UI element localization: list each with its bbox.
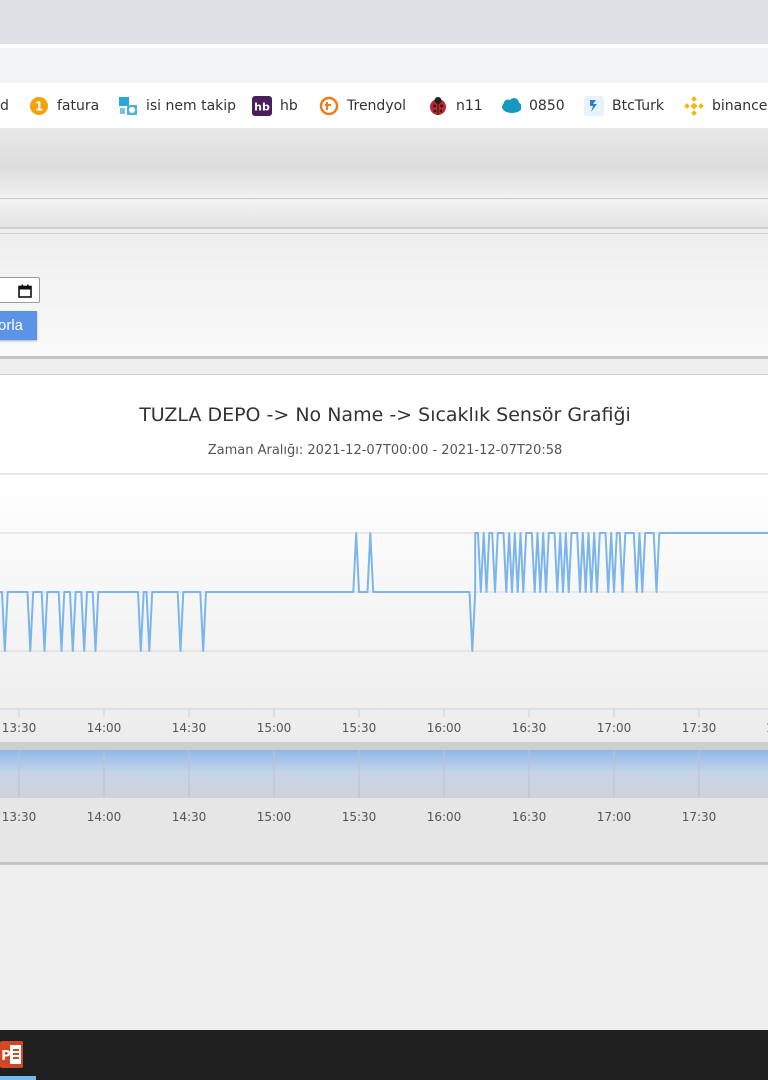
- bookmark-label: n11: [456, 97, 483, 114]
- trendyol-logo-icon: [319, 96, 339, 116]
- navigator-tick-label: 15:30: [342, 810, 377, 824]
- bookmark-label: isi nem takip: [146, 97, 237, 114]
- bookmark-fatura[interactable]: 1 fatura: [29, 83, 99, 128]
- page-header-band: [0, 128, 768, 199]
- calendar-icon[interactable]: [18, 283, 32, 302]
- bookmark-label: 0850: [529, 97, 565, 114]
- sensor-app-icon: [118, 96, 138, 116]
- bookmark-btcturk[interactable]: BtcTurk: [584, 83, 664, 128]
- navigator-window[interactable]: [0, 750, 768, 798]
- salesforce-cloud-icon: [501, 96, 521, 116]
- filter-panel: orla: [0, 233, 768, 359]
- navigator-tick-label: 14:30: [172, 810, 207, 824]
- x-tick-label: 17:00: [597, 721, 632, 735]
- navigator-scrollbar[interactable]: [0, 742, 768, 750]
- navigator-tick-label: 17:30: [682, 810, 717, 824]
- bookmark-label: BtcTurk: [612, 97, 664, 114]
- svg-text:P: P: [1, 1049, 11, 1064]
- bookmark-binance[interactable]: binance: [684, 83, 767, 128]
- report-button-label: orla: [0, 317, 23, 334]
- navigator-tick-label: 13:30: [2, 810, 37, 824]
- x-tick-label: 14:30: [172, 721, 207, 735]
- temperature-chart: 13:30 14:00 14:30 15:00 15:30 16:00 16:30 17:00…: [0, 375, 768, 862]
- svg-text:1: 1: [35, 99, 43, 113]
- x-tick-label: 16:00: [427, 721, 462, 735]
- x-tick-label: 16:30: [512, 721, 547, 735]
- navigator-tick-label: 15:00: [257, 810, 292, 824]
- x-tick-label: 13:30: [2, 721, 37, 735]
- navigator-tick-label: 17:00: [597, 810, 632, 824]
- bookmark-hb[interactable]: hb hb: [252, 83, 298, 128]
- powerpoint-icon[interactable]: P: [0, 1041, 23, 1068]
- bookmark-label: Trendyol: [347, 97, 407, 114]
- x-tick-label: 17:30: [682, 721, 717, 735]
- bookmarks-bar: d 1 fatura isi nem takip hb hb Trendyol …: [0, 83, 768, 129]
- bookmark-label: d: [0, 97, 9, 114]
- bookmark-label: fatura: [57, 97, 100, 114]
- hb-logo-icon: hb: [252, 95, 272, 116]
- chart-panel: 13:30 14:00 14:30 15:00 15:30 16:00 16:30 17:00…: [0, 374, 768, 865]
- bookmark-label: binance: [712, 97, 768, 114]
- bookmark-label: hb: [280, 97, 298, 114]
- address-bar[interactable]: [0, 48, 768, 83]
- bookmark-d[interactable]: d: [0, 83, 9, 128]
- bookmark-0850[interactable]: 0850: [501, 83, 565, 128]
- taskbar: [0, 1030, 768, 1080]
- active-app-indicator: [0, 1076, 36, 1080]
- end-date-input[interactable]: [0, 277, 40, 303]
- browser-tab-strip: [0, 0, 768, 44]
- svg-text:hb: hb: [254, 100, 270, 113]
- orange-circle-one-icon: 1: [29, 96, 49, 116]
- ladybug-icon: [428, 96, 448, 116]
- x-tick-label: 14:00: [87, 721, 122, 735]
- navigator-tick-label: 16:30: [512, 810, 547, 824]
- btcturk-logo-icon: [584, 95, 604, 116]
- chart-title: TUZLA DEPO -> No Name -> Sıcaklık Sensör…: [138, 404, 631, 426]
- chart-subtitle: Zaman Aralığı: 2021-12-07T00:00 - 2021-1…: [208, 443, 563, 458]
- binance-logo-icon: [684, 95, 704, 116]
- report-button[interactable]: orla: [0, 311, 37, 340]
- bookmark-n11[interactable]: n11: [428, 83, 483, 128]
- navigator-tick-label: 16:00: [427, 810, 462, 824]
- bookmark-isi-nem-takip[interactable]: isi nem takip: [118, 83, 236, 128]
- bookmark-trendyol[interactable]: Trendyol: [319, 83, 406, 128]
- page-subheader-band: [0, 199, 768, 229]
- navigator-tick-label: 14:00: [87, 810, 122, 824]
- x-tick-label: 15:30: [342, 721, 377, 735]
- x-tick-label: 15:00: [257, 721, 292, 735]
